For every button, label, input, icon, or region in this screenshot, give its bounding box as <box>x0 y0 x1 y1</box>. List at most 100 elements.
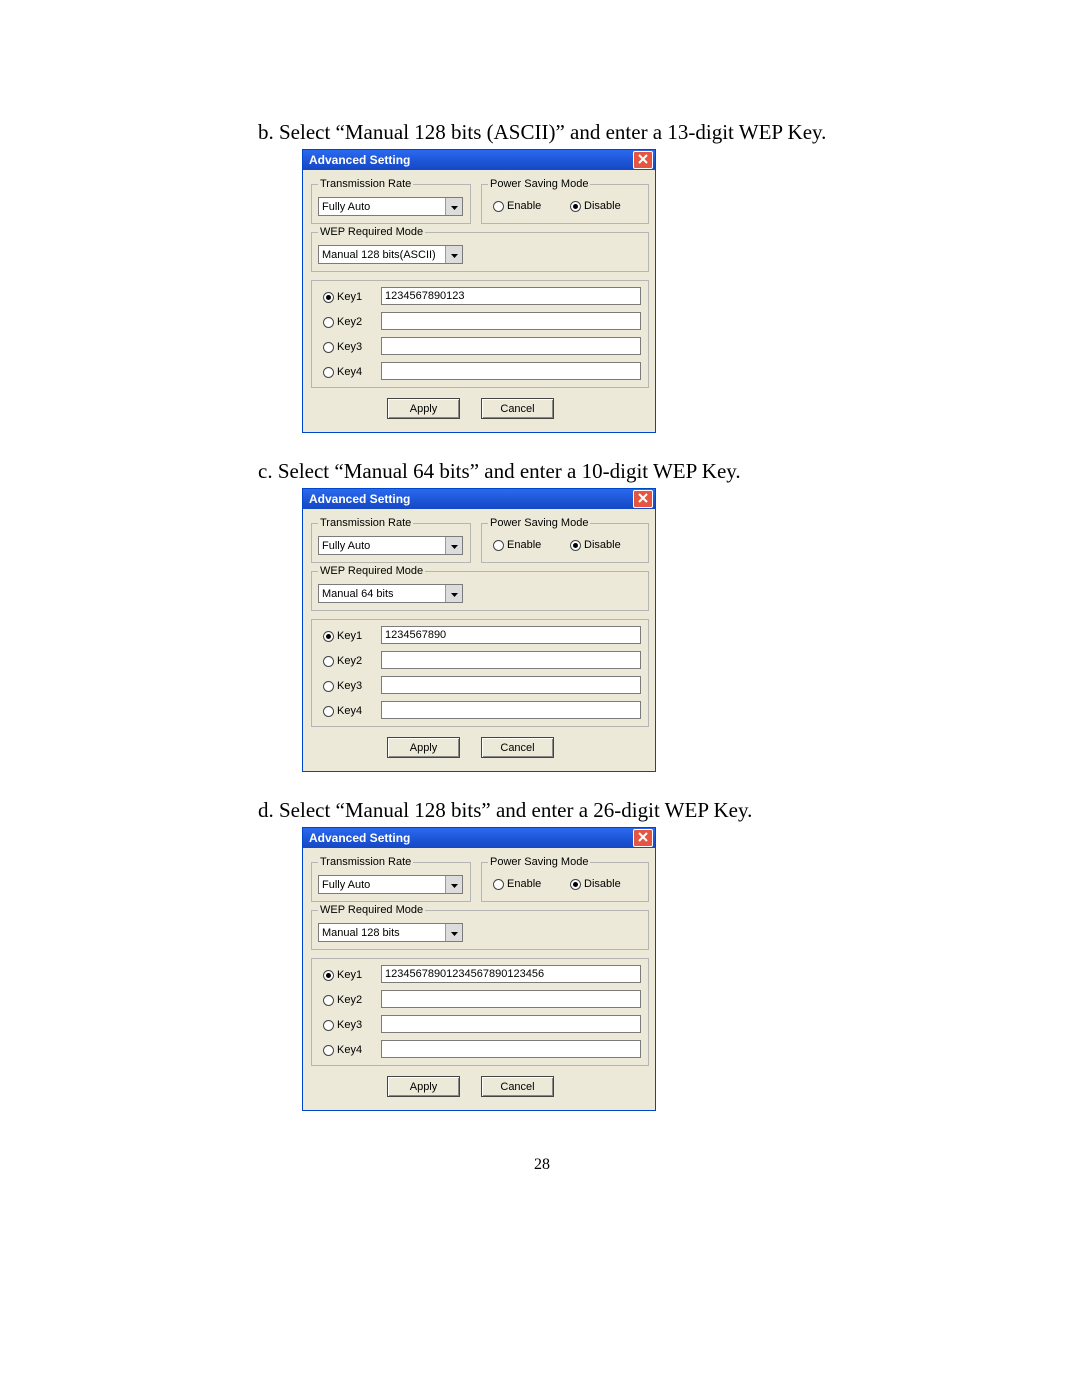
key4-radio[interactable]: Key4 <box>323 365 362 379</box>
key2-radio[interactable]: Key2 <box>323 315 362 329</box>
power-enable-radio[interactable]: Enable <box>493 877 541 891</box>
close-button[interactable] <box>633 490 653 508</box>
key1-value: 1234567890123 <box>385 290 465 302</box>
wep-mode-dropdown[interactable]: Manual 64 bits <box>318 584 463 603</box>
transmission-rate-value: Fully Auto <box>319 879 445 891</box>
titlebar[interactable]: Advanced Setting <box>303 489 655 509</box>
power-enable-label: Enable <box>507 539 541 551</box>
wep-mode-dropdown[interactable]: Manual 128 bits <box>318 923 463 942</box>
close-icon <box>638 832 648 844</box>
cancel-button[interactable]: Cancel <box>481 737 554 758</box>
key3-input[interactable] <box>381 676 641 694</box>
key4-label: Key4 <box>337 366 362 378</box>
dropdown-button[interactable] <box>445 537 462 554</box>
key1-input[interactable]: 12345678901234567890123456 <box>381 965 641 983</box>
key4-input[interactable] <box>381 701 641 719</box>
key2-label: Key2 <box>337 994 362 1006</box>
cancel-label: Cancel <box>500 1081 534 1093</box>
chevron-down-icon <box>451 249 458 261</box>
cancel-label: Cancel <box>500 403 534 415</box>
key4-radio[interactable]: Key4 <box>323 704 362 718</box>
power-enable-radio[interactable]: Enable <box>493 538 541 552</box>
wep-mode-label: WEP Required Mode <box>318 565 425 577</box>
wep-mode-dropdown[interactable]: Manual 128 bits(ASCII) <box>318 245 463 264</box>
wep-mode-label: WEP Required Mode <box>318 904 425 916</box>
radio-icon <box>323 367 334 378</box>
radio-icon <box>323 995 334 1006</box>
power-saving-label: Power Saving Mode <box>488 178 590 190</box>
key3-input[interactable] <box>381 1015 641 1033</box>
key1-label: Key1 <box>337 969 362 981</box>
transmission-rate-dropdown[interactable]: Fully Auto <box>318 197 463 216</box>
radio-icon <box>570 201 581 212</box>
transmission-rate-dropdown[interactable]: Fully Auto <box>318 875 463 894</box>
dialog-body: Transmission Rate Fully Auto Power Savin… <box>303 509 655 771</box>
radio-icon <box>493 540 504 551</box>
titlebar[interactable]: Advanced Setting <box>303 828 655 848</box>
key4-label: Key4 <box>337 705 362 717</box>
close-button[interactable] <box>633 151 653 169</box>
power-enable-radio[interactable]: Enable <box>493 199 541 213</box>
key3-input[interactable] <box>381 337 641 355</box>
apply-button[interactable]: Apply <box>387 1076 460 1097</box>
key1-radio[interactable]: Key1 <box>323 968 362 982</box>
power-saving-label: Power Saving Mode <box>488 856 590 868</box>
advanced-setting-dialog-d: Advanced Setting Transmission Rate Fully… <box>302 827 656 1111</box>
chevron-down-icon <box>451 927 458 939</box>
close-button[interactable] <box>633 829 653 847</box>
page-number: 28 <box>534 1156 550 1174</box>
apply-button[interactable]: Apply <box>387 398 460 419</box>
apply-label: Apply <box>410 403 438 415</box>
key4-label: Key4 <box>337 1044 362 1056</box>
transmission-rate-label: Transmission Rate <box>318 517 413 529</box>
window-title: Advanced Setting <box>309 153 410 167</box>
key1-value: 12345678901234567890123456 <box>385 968 544 980</box>
key3-radio[interactable]: Key3 <box>323 1018 362 1032</box>
power-disable-radio[interactable]: Disable <box>570 538 621 552</box>
document-page: b. Select “Manual 128 bits (ASCII)” and … <box>0 0 1080 1397</box>
transmission-rate-value: Fully Auto <box>319 201 445 213</box>
key2-input[interactable] <box>381 990 641 1008</box>
key2-radio[interactable]: Key2 <box>323 654 362 668</box>
power-disable-label: Disable <box>584 539 621 551</box>
radio-icon <box>323 706 334 717</box>
key3-label: Key3 <box>337 680 362 692</box>
cancel-button[interactable]: Cancel <box>481 398 554 419</box>
chevron-down-icon <box>451 588 458 600</box>
cancel-label: Cancel <box>500 742 534 754</box>
key4-radio[interactable]: Key4 <box>323 1043 362 1057</box>
dropdown-button[interactable] <box>445 585 462 602</box>
advanced-setting-dialog-c: Advanced Setting Transmission Rate Fully… <box>302 488 656 772</box>
key2-radio[interactable]: Key2 <box>323 993 362 1007</box>
radio-icon <box>323 317 334 328</box>
wep-mode-value: Manual 64 bits <box>319 588 445 600</box>
key4-input[interactable] <box>381 362 641 380</box>
window-title: Advanced Setting <box>309 492 410 506</box>
titlebar[interactable]: Advanced Setting <box>303 150 655 170</box>
instruction-c: c. Select “Manual 64 bits” and enter a 1… <box>258 459 741 484</box>
key2-label: Key2 <box>337 655 362 667</box>
key2-input[interactable] <box>381 651 641 669</box>
key1-radio[interactable]: Key1 <box>323 290 362 304</box>
apply-label: Apply <box>410 742 438 754</box>
key3-radio[interactable]: Key3 <box>323 340 362 354</box>
power-disable-radio[interactable]: Disable <box>570 877 621 891</box>
key1-radio[interactable]: Key1 <box>323 629 362 643</box>
key3-radio[interactable]: Key3 <box>323 679 362 693</box>
dropdown-button[interactable] <box>445 924 462 941</box>
dropdown-button[interactable] <box>445 198 462 215</box>
chevron-down-icon <box>451 540 458 552</box>
dropdown-button[interactable] <box>445 246 462 263</box>
radio-icon <box>323 1020 334 1031</box>
power-disable-radio[interactable]: Disable <box>570 199 621 213</box>
instruction-d: d. Select “Manual 128 bits” and enter a … <box>258 798 752 823</box>
key4-input[interactable] <box>381 1040 641 1058</box>
key1-input[interactable]: 1234567890123 <box>381 287 641 305</box>
key2-input[interactable] <box>381 312 641 330</box>
apply-button[interactable]: Apply <box>387 737 460 758</box>
cancel-button[interactable]: Cancel <box>481 1076 554 1097</box>
transmission-rate-dropdown[interactable]: Fully Auto <box>318 536 463 555</box>
dropdown-button[interactable] <box>445 876 462 893</box>
key1-input[interactable]: 1234567890 <box>381 626 641 644</box>
radio-icon <box>323 292 334 303</box>
